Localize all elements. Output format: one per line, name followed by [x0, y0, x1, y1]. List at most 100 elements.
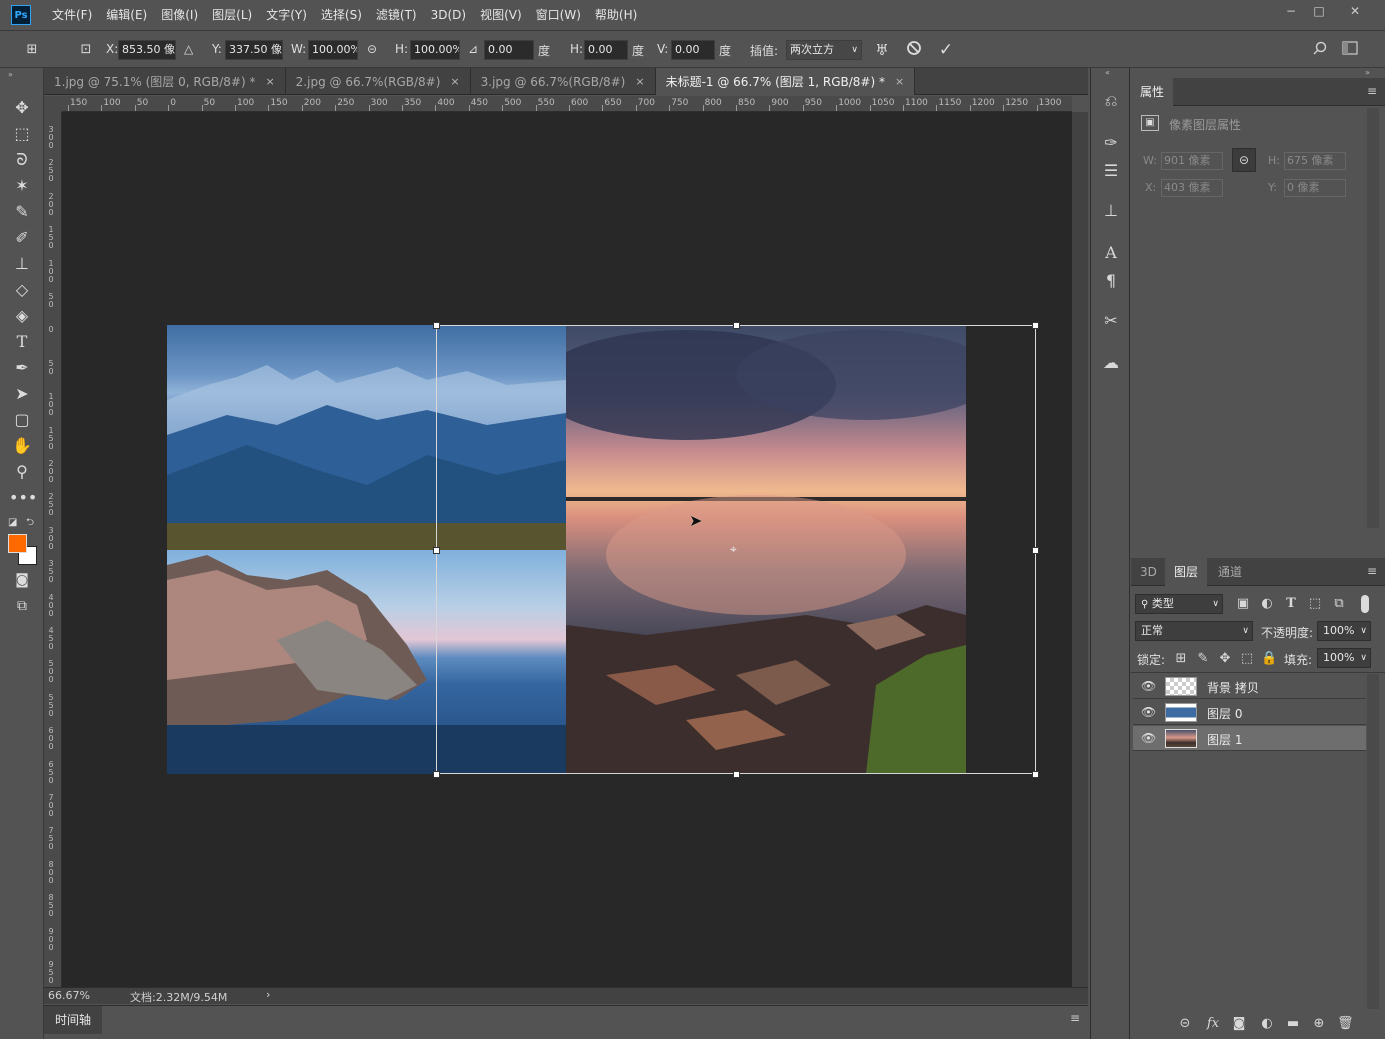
- timeline-tab[interactable]: 时间轴: [44, 1006, 102, 1034]
- collapse-panel-icon[interactable]: »: [1365, 68, 1370, 77]
- prop-x-input[interactable]: 403 像素: [1161, 179, 1223, 197]
- zoom-level[interactable]: 66.67%: [48, 989, 90, 1002]
- hand-tool-icon[interactable]: ✋: [9, 434, 35, 458]
- layers-menu-icon[interactable]: ≡: [1367, 564, 1377, 578]
- new-layer-icon[interactable]: ⊕: [1311, 1016, 1327, 1032]
- filter-shape-icon[interactable]: ⬚: [1307, 596, 1323, 612]
- new-adjustment-layer-icon[interactable]: ◐: [1259, 1016, 1275, 1032]
- layer-name[interactable]: 图层 1: [1207, 731, 1242, 748]
- move-tool-icon[interactable]: ✥: [9, 96, 35, 120]
- screen-mode-icon[interactable]: ⧉: [9, 594, 35, 618]
- tool-presets-icon[interactable]: ✂: [1100, 310, 1122, 332]
- transform-handle-top[interactable]: [733, 322, 740, 329]
- character-panel-icon[interactable]: A: [1100, 242, 1122, 264]
- workspace-icon[interactable]: [1340, 40, 1360, 60]
- filter-toggle[interactable]: [1361, 595, 1369, 613]
- ruler-origin[interactable]: [44, 96, 62, 112]
- menu-filter[interactable]: 滤镜(T): [369, 0, 424, 30]
- link-dimensions-button[interactable]: ⊝: [1232, 148, 1256, 172]
- interpolation-select[interactable]: 两次立方 ∨: [786, 40, 862, 60]
- warp-mode-icon[interactable]: ♅: [872, 40, 892, 60]
- menu-view[interactable]: 视图(V): [473, 0, 529, 30]
- close-window-button[interactable]: ✕: [1341, 0, 1369, 22]
- adjustments-icon[interactable]: ☰: [1100, 160, 1122, 182]
- shape-tool-icon[interactable]: ▢: [9, 408, 35, 432]
- visibility-eye-icon[interactable]: 👁: [1141, 732, 1156, 744]
- canvas-vertical-scrollbar[interactable]: [1072, 112, 1088, 987]
- lock-all-icon[interactable]: 🔒: [1261, 651, 1277, 667]
- collapse-dock-icon[interactable]: «: [1105, 68, 1110, 77]
- blend-mode-select[interactable]: 正常 ∨: [1135, 621, 1253, 641]
- timeline-menu-icon[interactable]: ≡: [1070, 1011, 1080, 1025]
- menu-image[interactable]: 图像(I): [154, 0, 205, 30]
- brush-tool-icon[interactable]: ✐: [9, 226, 35, 250]
- prop-width-input[interactable]: 901 像素: [1161, 152, 1223, 170]
- menu-layer[interactable]: 图层(L): [205, 0, 259, 30]
- link-layers-icon[interactable]: ⊝: [1177, 1016, 1193, 1032]
- tab-properties[interactable]: 属性: [1131, 78, 1174, 106]
- tab-channels[interactable]: 通道: [1209, 558, 1251, 586]
- status-menu-arrow-icon[interactable]: ›: [266, 988, 270, 1001]
- magic-wand-tool-icon[interactable]: ✶: [9, 174, 35, 198]
- h-skew-input[interactable]: 0.00: [584, 40, 628, 60]
- x-position-input[interactable]: 853.50 像素: [118, 40, 176, 60]
- maximize-button[interactable]: □: [1305, 0, 1333, 22]
- transform-handle-bottom[interactable]: [733, 771, 740, 778]
- menu-type[interactable]: 文字(Y): [259, 0, 314, 30]
- stamp-tool-icon[interactable]: ⊥: [9, 252, 35, 276]
- lock-artboard-icon[interactable]: ⬚: [1239, 651, 1255, 667]
- eraser-tool-icon[interactable]: ◇: [9, 278, 35, 302]
- quick-mask-icon[interactable]: ◙: [9, 568, 35, 592]
- new-group-folder-icon[interactable]: ▬: [1285, 1016, 1301, 1032]
- menu-window[interactable]: 窗口(W): [529, 0, 588, 30]
- tab-2jpg[interactable]: 2.jpg @ 66.7%(RGB/8#) ×: [286, 68, 471, 95]
- history-panel-icon[interactable]: ⎌: [1100, 90, 1122, 112]
- lock-pixels-icon[interactable]: ✎: [1195, 651, 1211, 667]
- layer-row-background-copy[interactable]: 👁 背景 拷贝: [1133, 674, 1366, 699]
- properties-menu-icon[interactable]: ≡: [1367, 84, 1377, 98]
- tab-untitled-1[interactable]: 未标题-1 @ 66.7% (图层 1, RGB/8#) * ×: [655, 68, 916, 95]
- transform-handle-left[interactable]: [433, 547, 440, 554]
- transform-handle-top-right[interactable]: [1032, 322, 1039, 329]
- canvas-area[interactable]: ⌖ ➤: [62, 112, 1072, 987]
- filter-type-icon[interactable]: T: [1283, 596, 1299, 612]
- eyedropper-tool-icon[interactable]: ✎: [9, 200, 35, 224]
- close-tab-icon[interactable]: ×: [265, 75, 274, 88]
- visibility-eye-icon[interactable]: 👁: [1141, 706, 1156, 718]
- lasso-tool-icon[interactable]: ᘐ: [9, 148, 35, 172]
- filter-smart-object-icon[interactable]: ⧉: [1331, 596, 1347, 612]
- tab-1jpg[interactable]: 1.jpg @ 75.1% (图层 0, RGB/8#) * ×: [44, 68, 286, 95]
- transform-tool-preset-icon[interactable]: ⊞: [22, 40, 42, 60]
- pen-tool-icon[interactable]: ✒: [9, 356, 35, 380]
- tab-layers[interactable]: 图层: [1165, 558, 1208, 586]
- close-tab-icon[interactable]: ×: [895, 75, 904, 88]
- brush-settings-icon[interactable]: ✑: [1100, 132, 1122, 154]
- menu-select[interactable]: 选择(S): [314, 0, 369, 30]
- opacity-input[interactable]: 100% ∨: [1317, 621, 1371, 641]
- creative-cloud-libraries-icon[interactable]: ☁: [1100, 352, 1122, 374]
- layer-row-layer-0[interactable]: 👁 图层 0: [1133, 700, 1366, 725]
- lock-transparency-icon[interactable]: ⊞: [1173, 651, 1189, 667]
- transform-handle-top-left[interactable]: [433, 322, 440, 329]
- lock-position-icon[interactable]: ✥: [1217, 651, 1233, 667]
- transform-handle-right[interactable]: [1032, 547, 1039, 554]
- menu-help[interactable]: 帮助(H): [588, 0, 644, 30]
- close-tab-icon[interactable]: ×: [635, 75, 644, 88]
- menu-file[interactable]: 文件(F): [45, 0, 99, 30]
- menu-edit[interactable]: 编辑(E): [99, 0, 154, 30]
- tab-3jpg[interactable]: 3.jpg @ 66.7%(RGB/8#) ×: [471, 68, 656, 95]
- height-scale-input[interactable]: 100.00%: [410, 40, 460, 60]
- delete-layer-trash-icon[interactable]: 🗑: [1337, 1016, 1354, 1032]
- vertical-ruler[interactable]: 3002502001501005005010015020025030035040…: [44, 112, 62, 987]
- y-position-input[interactable]: 337.50 像素: [225, 40, 283, 60]
- search-icon[interactable]: [1310, 40, 1330, 60]
- reference-point-icon[interactable]: ⊡: [76, 40, 96, 60]
- layer-name[interactable]: 背景 拷贝: [1207, 679, 1259, 696]
- layer-row-layer-1[interactable]: 👁 图层 1: [1133, 726, 1366, 751]
- close-tab-icon[interactable]: ×: [450, 75, 459, 88]
- relative-position-icon[interactable]: △: [184, 42, 193, 56]
- commit-transform-button[interactable]: ✓: [936, 40, 956, 60]
- filter-pixel-icon[interactable]: ▣: [1235, 596, 1251, 612]
- paint-bucket-tool-icon[interactable]: ◈: [9, 304, 35, 328]
- layer-style-fx-icon[interactable]: fx: [1205, 1016, 1221, 1032]
